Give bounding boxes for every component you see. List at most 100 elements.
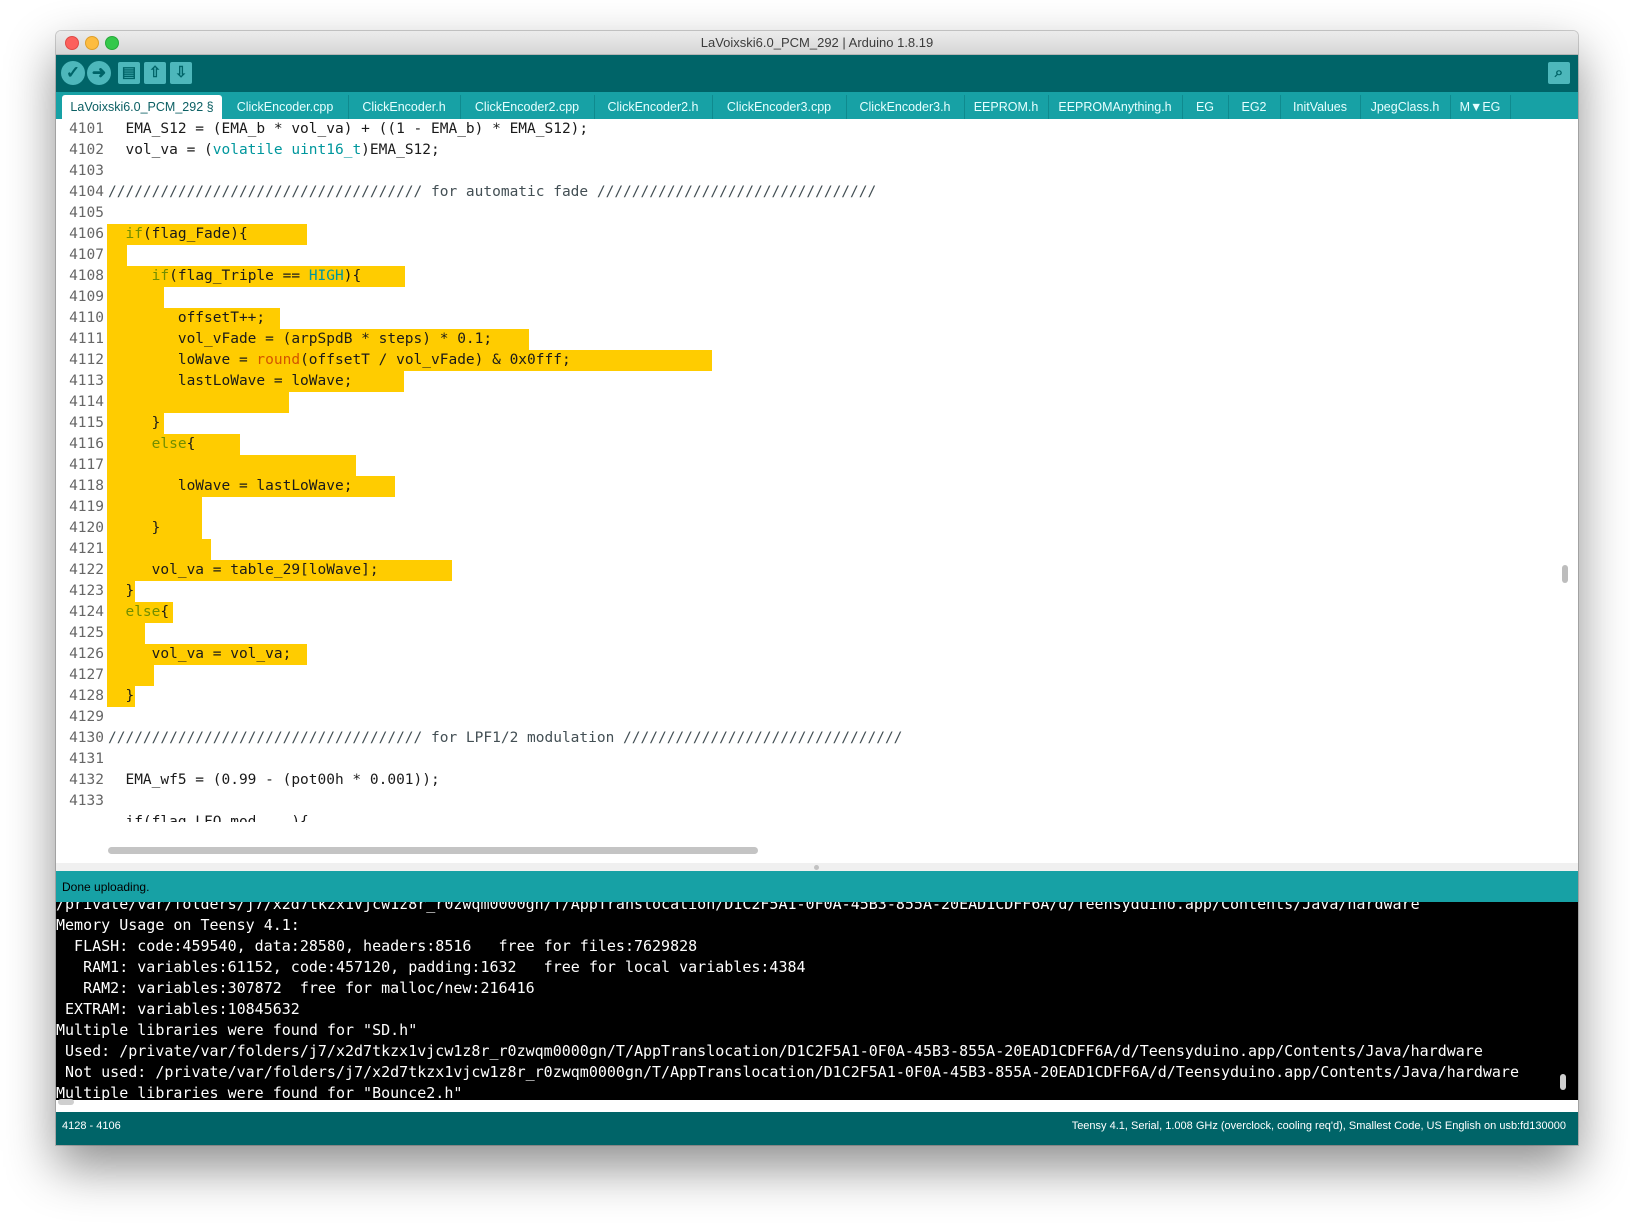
line-number: 4116	[69, 436, 104, 452]
tab-clickencoder3-h[interactable]: ClickEncoder3.h	[846, 95, 965, 119]
selection-highlight	[107, 245, 127, 266]
line-number-gutter: 4101 4102 4103 4104 4105 4106 4107 4108 …	[56, 119, 106, 863]
tab-more-dropdown[interactable]: M▼EG	[1450, 95, 1511, 119]
console-horizontal-scrollbar[interactable]	[58, 1099, 74, 1105]
tab-jpegclass-h[interactable]: JpegClass.h	[1360, 95, 1451, 119]
tab-eepromanything-h[interactable]: EEPROMAnything.h	[1048, 95, 1183, 119]
line-number: 4106	[69, 226, 104, 242]
line-number: 4105	[69, 205, 104, 221]
status-bar: Done uploading.	[56, 871, 1578, 902]
tab-initvalues[interactable]: InitValues	[1280, 95, 1361, 119]
line-number: 4115	[69, 415, 104, 431]
selection-highlight	[107, 665, 154, 686]
console-line: Multiple libraries were found for "Bounc…	[56, 1084, 463, 1100]
console-line: FLASH: code:459540, data:28580, headers:…	[56, 937, 698, 955]
code-line: EMA_S12 = (EMA_b * vol_va) + ((1 - EMA_b…	[108, 121, 589, 137]
console-line: Memory Usage on Teensy 4.1:	[56, 916, 300, 934]
code-line: }	[108, 415, 161, 431]
window-title: LaVoixski6.0_PCM_292 | Arduino 1.8.19	[700, 35, 934, 50]
line-number: 4110	[69, 310, 104, 326]
code-editor[interactable]: 4101 4102 4103 4104 4105 4106 4107 4108 …	[56, 119, 1578, 863]
comment-line: //////////////////////////////////// for…	[108, 184, 877, 200]
console-line: Not used: /private/var/folders/j7/x2d7tk…	[56, 1063, 1519, 1081]
editor-horizontal-scrollbar[interactable]	[108, 847, 758, 854]
selection-highlight	[107, 623, 145, 644]
line-number: 4114	[69, 394, 104, 410]
title-bar: LaVoixski6.0_PCM_292 | Arduino 1.8.19	[56, 31, 1578, 55]
open-sketch-button[interactable]: ⇧	[144, 62, 166, 84]
arduino-window: LaVoixski6.0_PCM_292 | Arduino 1.8.19 ✓ …	[56, 31, 1578, 1145]
selection-highlight	[107, 455, 356, 476]
tab-clickencoder-h[interactable]: ClickEncoder.h	[348, 95, 461, 119]
line-number: 4107	[69, 247, 104, 263]
console-line: RAM1: variables:61152, code:457120, padd…	[56, 958, 806, 976]
code-line: loWave = lastLoWave;	[108, 478, 353, 494]
tab-clickencoder2-h[interactable]: ClickEncoder2.h	[594, 95, 713, 119]
toolbar: ✓ ➜ ▤ ⇧ ⇩ ⌕	[56, 55, 1578, 92]
line-number: 4103	[69, 163, 104, 179]
code-line: else{	[125, 604, 170, 620]
upload-button[interactable]: ➜	[87, 61, 111, 85]
tab-bar: LaVoixski6.0_PCM_292 § ClickEncoder.cpp …	[56, 92, 1578, 119]
selection-highlight	[107, 287, 164, 308]
tab-clickencoder2-cpp[interactable]: ClickEncoder2.cpp	[460, 95, 595, 119]
line-number: 4128	[69, 688, 104, 704]
tab-main-sketch[interactable]: LaVoixski6.0_PCM_292 §	[62, 95, 222, 119]
code-line: EMA_wf5 = (0.99 - (pot00h * 0.001));	[108, 772, 440, 788]
console-vertical-scrollbar[interactable]	[1560, 1074, 1566, 1090]
code-line: }	[108, 583, 135, 599]
line-number: 4111	[69, 331, 104, 347]
line-number: 4125	[69, 625, 104, 641]
line-number: 4121	[69, 541, 104, 557]
comment-line: //////////////////////////////////// for…	[108, 730, 903, 746]
verify-button[interactable]: ✓	[61, 61, 85, 85]
line-number: 4126	[69, 646, 104, 662]
new-sketch-button[interactable]: ▤	[118, 62, 140, 84]
divider-grip-icon[interactable]	[814, 865, 819, 870]
tab-clickencoder-cpp[interactable]: ClickEncoder.cpp	[222, 95, 349, 119]
code-line-partial: if(flag_LFO_mod ...){	[108, 814, 309, 822]
selection-highlight	[107, 392, 289, 413]
line-number: 4113	[69, 373, 104, 389]
code-line: }	[108, 520, 161, 536]
line-number: 4119	[69, 499, 104, 515]
status-message: Done uploading.	[62, 880, 150, 894]
selection-range: 4128 - 4106	[62, 1120, 121, 1132]
line-number: 4109	[69, 289, 104, 305]
line-number: 4122	[69, 562, 104, 578]
line-number: 4127	[69, 667, 104, 683]
tab-eeprom-h[interactable]: EEPROM.h	[964, 95, 1049, 119]
tab-clickencoder3-cpp[interactable]: ClickEncoder3.cpp	[712, 95, 847, 119]
line-number: 4130	[69, 730, 104, 746]
line-number: 4131	[69, 751, 104, 767]
code-line: }	[108, 688, 135, 704]
selection-highlight	[107, 497, 202, 518]
new-file-icon: ▤	[121, 64, 137, 81]
tab-eg2[interactable]: EG2	[1228, 95, 1281, 119]
serial-monitor-button[interactable]: ⌕	[1548, 62, 1570, 84]
line-number: 4118	[69, 478, 104, 494]
editor-vertical-scrollbar[interactable]	[1562, 565, 1568, 583]
code-line: vol_vFade = (arpSpdB * steps) * 0.1;	[108, 331, 493, 347]
line-number: 4124	[69, 604, 104, 620]
line-number: 4129	[69, 709, 104, 725]
pane-divider[interactable]	[56, 863, 1578, 871]
line-number: 4112	[69, 352, 104, 368]
arrow-up-icon: ⇧	[148, 64, 162, 81]
footer-bar: 4128 - 4106 Teensy 4.1, Serial, 1.008 GH…	[56, 1112, 1578, 1145]
line-number: 4123	[69, 583, 104, 599]
line-number: 4101	[69, 121, 104, 137]
console-line: Used: /private/var/folders/j7/x2d7tkzx1v…	[56, 1042, 1483, 1060]
code-line: vol_va = table_29[loWave];	[108, 562, 379, 578]
line-number: 4117	[69, 457, 104, 473]
console-output[interactable]: /private/var/folders/j7/x2d7tkzx1vjcw1z8…	[56, 902, 1578, 1100]
console-line: RAM2: variables:307872 free for malloc/n…	[56, 979, 535, 997]
code-line: lastLoWave = loWave;	[108, 373, 353, 389]
code-line: if(flag_Triple == HIGH){	[151, 268, 362, 284]
code-line: vol_va = vol_va;	[108, 646, 292, 662]
line-number: 4102	[69, 142, 104, 158]
line-number: 4104	[69, 184, 104, 200]
tab-eg[interactable]: EG	[1182, 95, 1229, 119]
code-line: offsetT++;	[108, 310, 266, 326]
save-sketch-button[interactable]: ⇩	[170, 62, 192, 84]
